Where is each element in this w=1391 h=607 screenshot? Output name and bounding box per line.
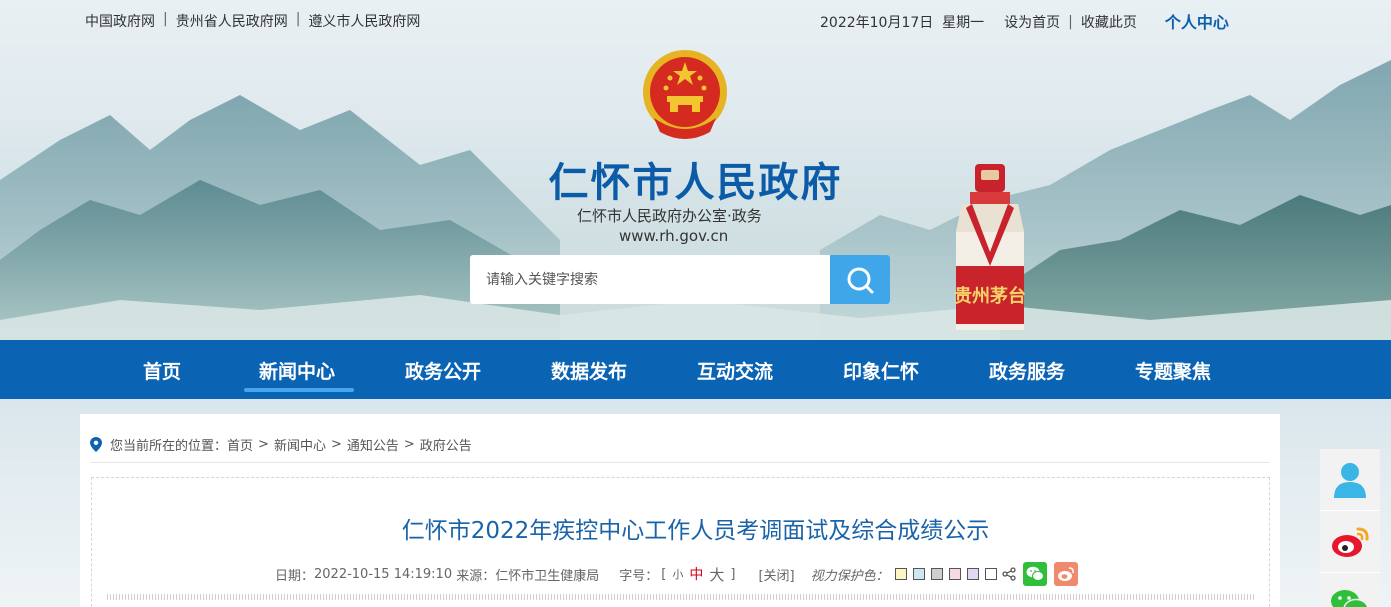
- font-small-button[interactable]: 小: [672, 566, 683, 582]
- side-float-bar: [1320, 449, 1380, 607]
- site-url: www.rh.gov.cn: [619, 227, 729, 245]
- nav-item-gov-affairs[interactable]: 政务公开: [405, 357, 481, 384]
- breadcrumb-separator: >: [403, 437, 415, 452]
- bookmark-link[interactable]: 收藏此页: [1081, 12, 1137, 32]
- link-guizhou-gov[interactable]: 贵州省人民政府网: [176, 11, 288, 31]
- search-icon: [847, 267, 874, 293]
- breadcrumb-separator: >: [330, 437, 342, 452]
- side-weibo-button[interactable]: [1320, 511, 1380, 573]
- breadcrumb-separator: >: [258, 437, 269, 452]
- wechat-icon: [1331, 589, 1369, 607]
- breadcrumb-home[interactable]: 首页: [227, 435, 253, 454]
- breadcrumb-news[interactable]: 新闻中心: [274, 435, 326, 454]
- color-swatch-gray[interactable]: [930, 568, 943, 580]
- side-wechat-button[interactable]: [1320, 573, 1380, 607]
- search-button[interactable]: [830, 255, 890, 304]
- breadcrumb-notices[interactable]: 通知公告: [347, 435, 399, 454]
- nav-item-interaction[interactable]: 互动交流: [697, 357, 773, 384]
- weibo-icon: [1332, 527, 1369, 557]
- top-links: 中国政府网 | 贵州省人民政府网 | 遵义市人民政府网: [85, 11, 420, 31]
- current-date: 2022年10月17日 星期一: [820, 12, 984, 32]
- moutai-bottle-image: 贵州茅台: [948, 162, 1032, 334]
- date-label: 日期：: [275, 568, 315, 584]
- color-swatch-purple[interactable]: [966, 568, 979, 580]
- national-emblem-icon: [640, 48, 730, 144]
- article-source: 仁怀市卫生健康局: [495, 568, 600, 584]
- nav-active-indicator: [244, 388, 354, 392]
- user-icon: [1334, 462, 1366, 498]
- nav-item-news[interactable]: 新闻中心: [259, 357, 335, 384]
- breadcrumb-gov-notices[interactable]: 政府公告: [420, 435, 472, 454]
- close-page-link[interactable]: [关闭]: [758, 565, 794, 584]
- nav-item-data[interactable]: 数据发布: [551, 357, 627, 384]
- source-label: 来源：: [456, 568, 496, 584]
- top-bar: 中国政府网 | 贵州省人民政府网 | 遵义市人民政府网 2022年10月17日 …: [0, 0, 1391, 40]
- nav-item-home[interactable]: 首页: [143, 357, 181, 384]
- top-right: 2022年10月17日 星期一 设为首页 | 收藏此页 个人中心: [820, 11, 1229, 33]
- bottle-label-text: 贵州茅台: [954, 285, 1026, 307]
- color-swatch-white[interactable]: [984, 568, 997, 580]
- breadcrumb-prefix: 您当前所在的位置：: [110, 439, 228, 454]
- divider: [107, 594, 1254, 600]
- article-title: 仁怀市2022年疾控中心工作人员考调面试及综合成绩公示: [401, 518, 990, 544]
- link-gov-cn[interactable]: 中国政府网: [85, 11, 155, 31]
- bracket: [: [661, 566, 667, 582]
- personal-center-link[interactable]: 个人中心: [1165, 9, 1229, 33]
- article-meta: 日期： 2022-10-15 14:19:10 来源： 仁怀市卫生健康局 字号：…: [275, 562, 1078, 586]
- font-medium-button[interactable]: 中: [689, 564, 703, 584]
- color-swatch-yellow[interactable]: [894, 568, 907, 580]
- divider: [90, 462, 1270, 463]
- eye-protection-label: 视力保护色：: [810, 568, 889, 584]
- bracket: ]: [730, 566, 736, 582]
- wechat-icon: [1026, 566, 1044, 581]
- nav-item-impression[interactable]: 印象仁怀: [843, 357, 919, 384]
- side-user-button[interactable]: [1320, 449, 1380, 511]
- share-weibo-button[interactable]: [1053, 562, 1078, 586]
- color-swatch-blue[interactable]: [912, 568, 925, 580]
- article-date: 2022-10-15 14:19:10: [314, 566, 453, 582]
- site-subtitle: 仁怀市人民政府办公室·政务: [577, 207, 762, 225]
- link-zunyi-gov[interactable]: 遵义市人民政府网: [308, 11, 420, 31]
- set-home-link[interactable]: 设为首页: [1004, 12, 1060, 32]
- location-pin-icon: [90, 437, 102, 452]
- main-nav: 首页 新闻中心 政务公开 数据发布 互动交流 印象仁怀 政务服务 专题聚焦: [0, 340, 1391, 399]
- nav-item-topics[interactable]: 专题聚焦: [1135, 357, 1211, 384]
- color-swatch-pink[interactable]: [948, 568, 961, 580]
- font-size-label: 字号：: [619, 568, 659, 584]
- share-icon[interactable]: [1001, 567, 1016, 581]
- weekday-text: 星期一: [942, 15, 985, 31]
- weibo-icon: [1057, 567, 1074, 581]
- font-large-button[interactable]: 大: [709, 564, 724, 585]
- breadcrumb: 您当前所在的位置： 首页 > 新闻中心 > 通知公告 > 政府公告: [90, 435, 472, 454]
- date-text: 2022年10月17日: [820, 15, 934, 31]
- search-bar: [470, 255, 890, 304]
- divider: |: [163, 11, 168, 27]
- share-wechat-button[interactable]: [1022, 562, 1047, 586]
- divider: |: [1068, 14, 1073, 30]
- search-input[interactable]: [470, 255, 830, 304]
- site-title: 仁怀市人民政府: [548, 160, 843, 206]
- nav-item-services[interactable]: 政务服务: [989, 357, 1065, 384]
- divider: |: [295, 11, 301, 27]
